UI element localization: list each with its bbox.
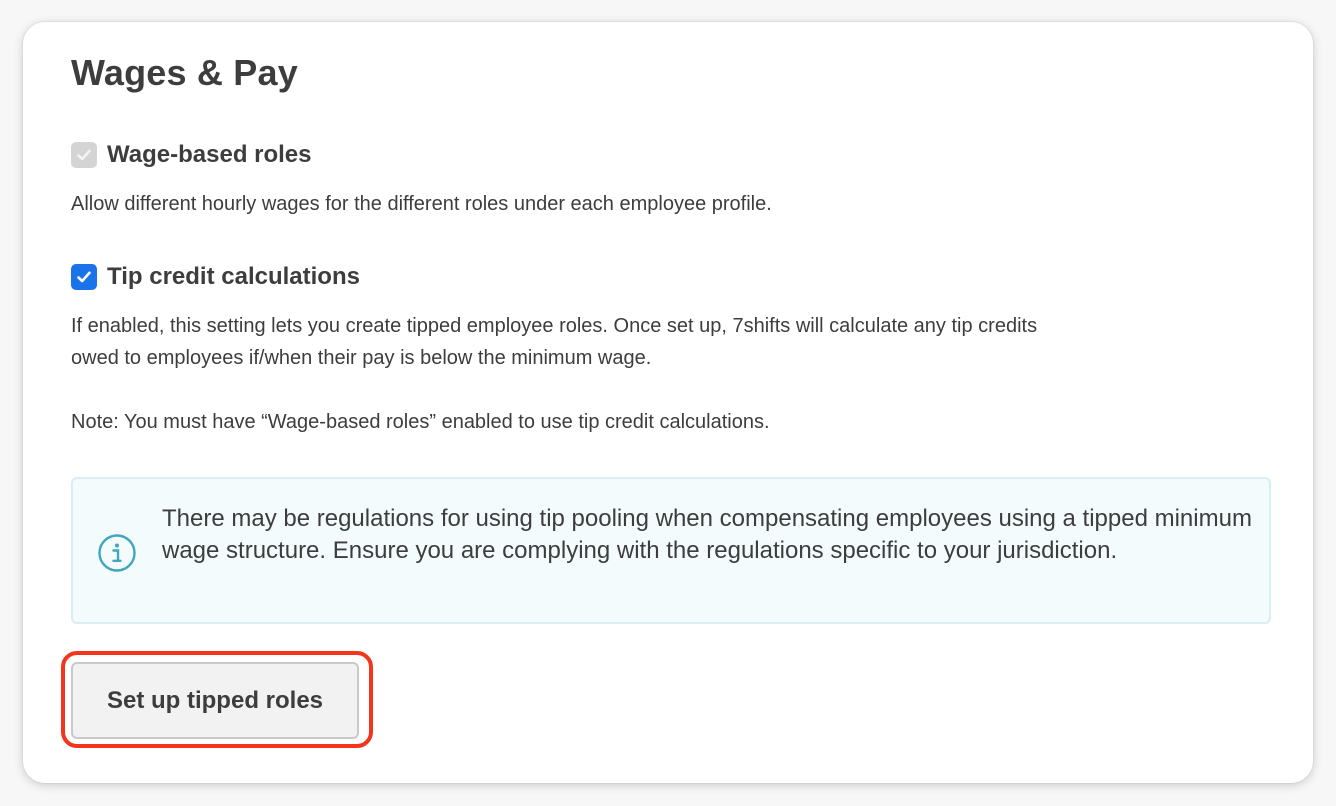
set-up-tipped-roles-button[interactable]: Set up tipped roles — [71, 662, 359, 739]
checkmark-icon — [77, 271, 91, 283]
info-banner-text: There may be regulations for using tip p… — [162, 505, 1252, 564]
tip-credit-description-line2: owed to employees if/when their pay is b… — [71, 347, 652, 369]
tip-credit-description-line1: If enabled, this setting lets you create… — [71, 315, 1038, 337]
section-title: Wages & Pay — [71, 52, 298, 93]
info-banner: There may be regulations for using tip p… — [71, 477, 1271, 624]
info-icon — [98, 534, 136, 572]
wage-roles-label: Wage-based roles — [107, 141, 312, 168]
tip-credit-checkbox[interactable] — [71, 264, 97, 290]
tip-credit-label: Tip credit calculations — [107, 263, 360, 290]
tip-credit-row: Tip credit calculations — [71, 263, 360, 291]
wage-roles-description: Allow different hourly wages for the dif… — [71, 193, 772, 215]
wage-roles-checkbox[interactable] — [71, 142, 97, 168]
settings-card: Wages & Pay Wage-based roles Allow diffe… — [23, 22, 1313, 783]
page: Wages & Pay Wage-based roles Allow diffe… — [0, 0, 1336, 806]
wage-roles-row: Wage-based roles — [71, 141, 312, 169]
checkmark-icon — [77, 149, 91, 161]
tip-credit-note: Note: You must have “Wage-based roles” e… — [71, 411, 770, 433]
